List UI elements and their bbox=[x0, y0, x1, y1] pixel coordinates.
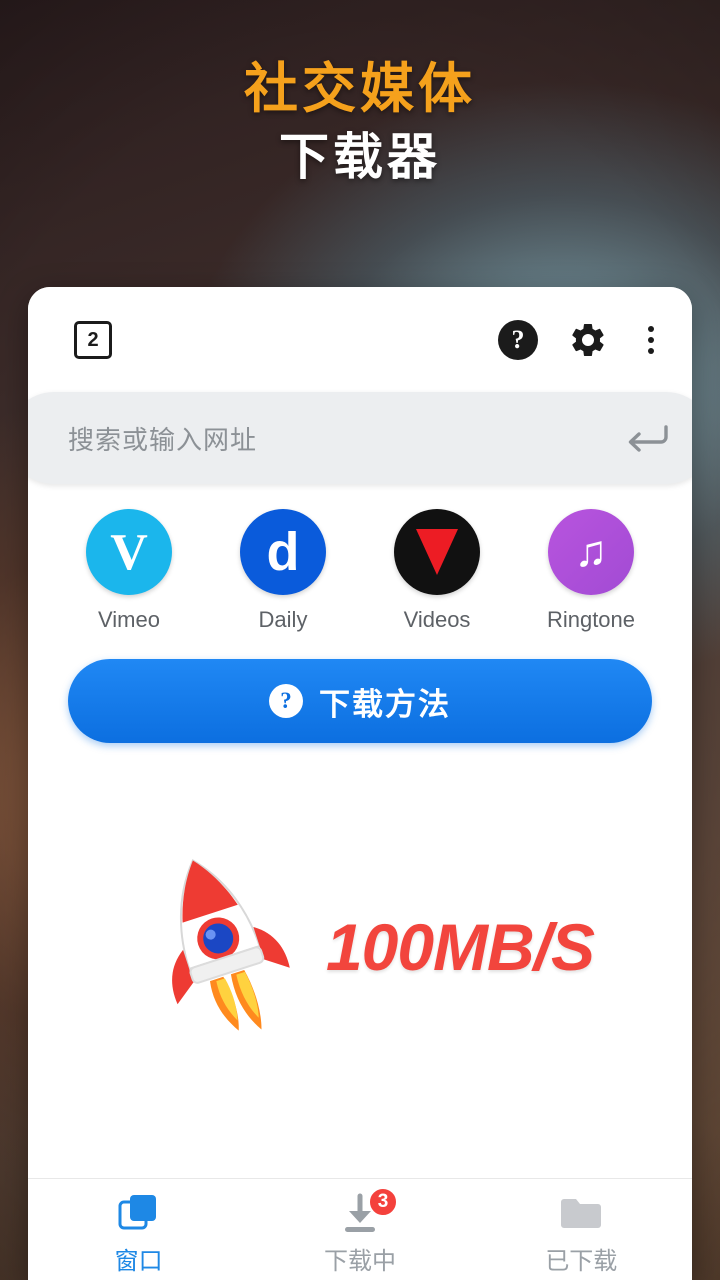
browser-top-bar: 2 ? bbox=[28, 287, 692, 392]
top-bar-icon-group: ? bbox=[498, 319, 664, 360]
hero-title: 社交媒体 下载器 bbox=[0, 58, 720, 189]
more-vertical-icon[interactable] bbox=[638, 320, 664, 360]
download-badge: 3 bbox=[367, 1187, 398, 1217]
videos-play-icon[interactable] bbox=[394, 509, 480, 595]
nav-item-windows[interactable]: 窗口 bbox=[28, 1189, 249, 1276]
tab-count-button[interactable]: 2 bbox=[74, 320, 112, 359]
download-icon bbox=[249, 1189, 470, 1237]
nav-item-downloaded[interactable]: 已下载 bbox=[471, 1189, 692, 1276]
shortcut-label: Ringtone bbox=[546, 607, 636, 632]
bottom-nav: 窗口 3 下载中 已下载 bbox=[28, 1178, 692, 1280]
download-speed-label: 100MB/S bbox=[325, 910, 595, 984]
search-input[interactable]: 搜索或输入网址 bbox=[68, 420, 624, 457]
shortcut-videos[interactable]: Videos bbox=[377, 509, 497, 633]
rocket-icon bbox=[126, 842, 316, 1052]
speed-promo: 100MB/S bbox=[28, 832, 692, 1062]
hero-title-line2: 下载器 bbox=[279, 129, 441, 186]
nav-label: 下载中 bbox=[323, 1248, 396, 1275]
nav-label: 窗口 bbox=[114, 1248, 163, 1275]
vimeo-icon[interactable]: V bbox=[86, 509, 172, 595]
play-triangle-icon bbox=[416, 529, 458, 575]
help-icon[interactable]: ? bbox=[498, 319, 538, 360]
download-method-button[interactable]: ? 下载方法 bbox=[68, 659, 652, 743]
dailymotion-icon[interactable]: d bbox=[240, 509, 326, 595]
music-note-icon[interactable]: ♫ bbox=[548, 509, 634, 595]
nav-label: 已下载 bbox=[545, 1248, 618, 1275]
gear-icon[interactable] bbox=[568, 320, 608, 360]
shortcut-label: Vimeo bbox=[98, 607, 160, 632]
app-screenshot-card: 2 ? 搜索或输入网址 V Vimeo d Daily Videos ♫ Rin… bbox=[28, 287, 692, 1280]
hero-title-line1: 社交媒体 bbox=[244, 59, 476, 119]
shortcut-daily[interactable]: d Daily bbox=[223, 509, 343, 633]
search-bar[interactable]: 搜索或输入网址 bbox=[28, 392, 692, 484]
download-method-label: 下载方法 bbox=[319, 686, 451, 722]
shortcut-label: Videos bbox=[403, 607, 471, 632]
search-bar-container: 搜索或输入网址 bbox=[28, 392, 692, 484]
shortcut-vimeo[interactable]: V Vimeo bbox=[69, 509, 189, 633]
shortcut-row: V Vimeo d Daily Videos ♫ Ringtone bbox=[28, 509, 692, 633]
folder-icon bbox=[471, 1189, 692, 1237]
shortcut-label: Daily bbox=[258, 607, 308, 632]
question-mark-icon: ? bbox=[269, 684, 303, 718]
enter-arrow-icon[interactable] bbox=[624, 423, 668, 453]
nav-item-downloading[interactable]: 3 下载中 bbox=[249, 1187, 470, 1276]
shortcut-ringtone[interactable]: ♫ Ringtone bbox=[531, 509, 651, 633]
windows-icon bbox=[28, 1189, 249, 1237]
